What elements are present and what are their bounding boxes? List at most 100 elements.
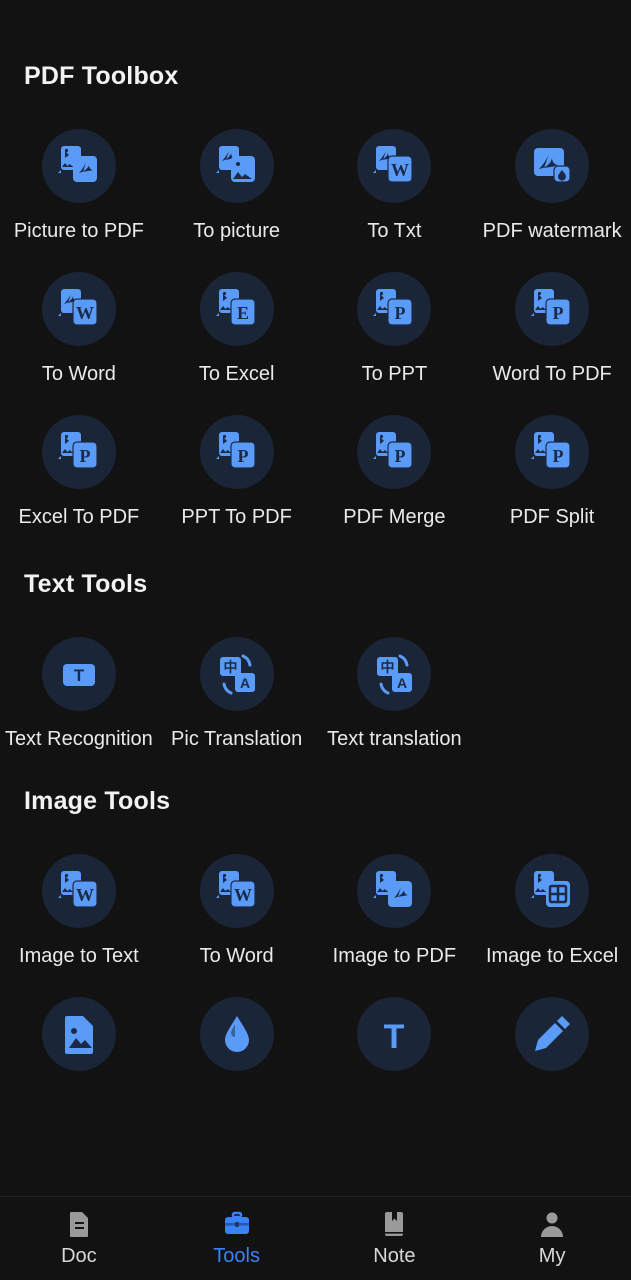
tool-image-compress[interactable] [0, 997, 158, 1087]
svg-text:E: E [237, 303, 249, 323]
svg-text:P: P [237, 446, 248, 466]
pdf-merge-icon: P [357, 415, 432, 489]
tool-pic-translation[interactable]: 中 A Pic Translation [158, 637, 316, 752]
tool-picture-to-pdf[interactable]: Picture to PDF [0, 129, 158, 244]
tool-label: Image to Excel [485, 945, 619, 967]
tool-label: To PPT [361, 363, 428, 385]
tools-scroll-area[interactable]: PDF Toolbox Picture to PDF To picture W To … [0, 0, 631, 1196]
text-tools-grid: T Text Recognition 中 A Pic Translation 中 A Text… [0, 637, 631, 752]
bottom-navigation: Doc Tools Note My [0, 1196, 631, 1280]
document-icon [64, 1209, 94, 1239]
pdf-split-icon: P [515, 415, 590, 489]
svg-text:W: W [391, 160, 409, 180]
section-title-text-tools: Text Tools [24, 570, 148, 598]
notebook-icon [379, 1209, 409, 1239]
svg-text:W: W [76, 885, 94, 905]
add-text-icon: T [357, 997, 432, 1071]
nav-label: Doc [61, 1245, 97, 1267]
person-icon [537, 1209, 567, 1239]
image-to-text-icon: W [41, 854, 116, 928]
to-ppt-icon: P [357, 272, 432, 346]
excel-to-pdf-icon: P [41, 415, 116, 489]
ppt-to-pdf-icon: P [199, 415, 274, 489]
tool-label: Excel To PDF [18, 506, 140, 528]
tool-pdf-watermark[interactable]: PDF watermark [473, 129, 631, 244]
tool-ppt-to-pdf[interactable]: P PPT To PDF [158, 415, 316, 530]
nav-label: Tools [213, 1245, 260, 1267]
tool-label: To Excel [198, 363, 275, 385]
section-pdf-toolbox: PDF Toolbox Picture to PDF To picture W To … [0, 0, 631, 530]
text-recognition-icon: T [41, 637, 116, 711]
svg-text:P: P [395, 303, 406, 323]
toolbox-icon [222, 1209, 252, 1239]
tool-text-recognition[interactable]: T Text Recognition [0, 637, 158, 752]
tool-pdf-merge[interactable]: P PDF Merge [316, 415, 474, 530]
tool-word-to-pdf[interactable]: P Word To PDF [473, 272, 631, 387]
svg-text:A: A [397, 675, 407, 691]
tool-excel-to-pdf[interactable]: P Excel To PDF [0, 415, 158, 530]
svg-text:中: 中 [381, 659, 395, 676]
to-excel-icon: E [199, 272, 274, 346]
svg-text:T: T [384, 1018, 405, 1056]
tool-to-ppt[interactable]: P To PPT [316, 272, 474, 387]
svg-text:W: W [76, 303, 94, 323]
tool-to-txt[interactable]: W To Txt [316, 129, 474, 244]
section-title-image-tools: Image Tools [24, 787, 171, 815]
tool-label: To Txt [367, 220, 422, 242]
tool-to-picture[interactable]: To picture [158, 129, 316, 244]
tool-label: To picture [193, 220, 280, 242]
tool-to-excel[interactable]: E To Excel [158, 272, 316, 387]
tool-to-word[interactable]: W To Word [0, 272, 158, 387]
tool-add-text[interactable]: T [316, 997, 474, 1087]
svg-text:A: A [240, 675, 250, 691]
tool-label: PDF watermark [482, 220, 622, 242]
tool-label: To Word [199, 945, 274, 967]
svg-text:P: P [395, 446, 406, 466]
tool-label: Image to Text [19, 945, 139, 967]
tool-add-watermark[interactable] [158, 997, 316, 1087]
tool-label: Pic Translation [171, 728, 303, 750]
tool-image-to-excel[interactable]: Image to Excel [473, 854, 631, 969]
tool-text-translation[interactable]: 中 A Text translation [316, 637, 474, 752]
tool-image-to-pdf[interactable]: Image to PDF [316, 854, 474, 969]
to-word-icon: W [41, 272, 116, 346]
section-text-tools: Text Tools T Text Recognition 中 A Pic Transl… [0, 530, 631, 752]
image-to-word-icon: W [199, 854, 274, 928]
nav-item-note[interactable]: Note [316, 1209, 474, 1268]
nav-item-doc[interactable]: Doc [0, 1209, 158, 1268]
svg-text:P: P [79, 446, 90, 466]
tool-label: Picture to PDF [13, 220, 144, 242]
tool-label: Text Recognition [4, 728, 153, 750]
tool-pdf-split[interactable]: P PDF Split [473, 415, 631, 530]
image-to-excel-icon [515, 854, 590, 928]
tool-label: PDF Merge [343, 506, 446, 528]
svg-text:T: T [74, 666, 85, 685]
svg-text:P: P [553, 303, 564, 323]
nav-label: Note [373, 1245, 416, 1267]
word-to-pdf-icon: P [515, 272, 590, 346]
svg-text:W: W [234, 885, 252, 905]
section-title-pdf-toolbox: PDF Toolbox [24, 62, 179, 90]
to-txt-icon: W [357, 129, 432, 203]
nav-item-tools[interactable]: Tools [158, 1209, 316, 1268]
tool-label: Image to PDF [332, 945, 457, 967]
tool-label: Word To PDF [492, 363, 612, 385]
app-screen: PDF Toolbox Picture to PDF To picture W To … [0, 0, 631, 1280]
image-edit-icon [515, 997, 590, 1071]
tool-image-edit[interactable] [473, 997, 631, 1087]
section-image-tools: Image Tools W Image to Text W To Word Image … [0, 752, 631, 1087]
nav-item-my[interactable]: My [473, 1209, 631, 1268]
svg-text:P: P [553, 446, 564, 466]
tool-image-to-text[interactable]: W Image to Text [0, 854, 158, 969]
nav-label: My [538, 1245, 566, 1267]
pdf-watermark-icon [515, 129, 590, 203]
svg-text:中: 中 [223, 659, 237, 676]
image-to-pdf-icon [357, 854, 432, 928]
tool-label: PPT To PDF [181, 506, 292, 528]
image-tools-grid: W Image to Text W To Word Image to PDF Image … [0, 854, 631, 1087]
add-watermark-icon [199, 997, 274, 1071]
tool-label: To Word [41, 363, 116, 385]
to-picture-icon [199, 129, 274, 203]
pdf-toolbox-grid: Picture to PDF To picture W To Txt PDF water… [0, 129, 631, 530]
tool-image-to-word[interactable]: W To Word [158, 854, 316, 969]
